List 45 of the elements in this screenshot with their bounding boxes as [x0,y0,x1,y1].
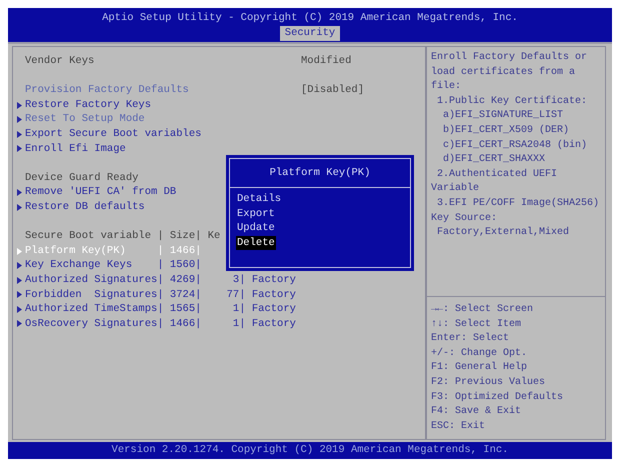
key-hint: →←: Select Screen [431,303,534,317]
help-text: Variable [431,182,480,196]
key-hint: Enter: Select [431,332,510,346]
key-hint: ESC: Exit [431,420,486,434]
help-text: 2.Authenticated UEFI [436,168,558,182]
popup-option[interactable]: Delete [236,236,276,250]
help-text: Enroll Factory Defaults or [431,51,588,65]
popup-title: Platform Key(PK) [230,159,410,188]
menu-item[interactable]: Export Secure Boot variables [25,126,202,142]
help-text: d)EFI_CERT_SHAXXX [442,153,546,168]
key-hint: F4: Save & Exit [431,405,522,420]
key-hint: F1: General Help [431,361,528,376]
help-text: Factory,External,Mixed [436,226,570,240]
popup-option[interactable]: Export [236,206,276,222]
menu-item[interactable]: Key Exchange Keys | 1560| [25,258,202,273]
label: Device Guard Ready [25,170,138,186]
help-text: 3.EFI PE/COFF Image(SHA256) [436,196,600,211]
popup-option[interactable]: Update [236,221,276,236]
help-text: load certificates from a [431,66,576,80]
key-hint: +/-: Change Opt. [431,346,528,361]
key-hint: F3: Optimized Defaults [431,390,564,405]
tab[interactable]: Security [280,26,340,41]
menu-item[interactable]: Forbidden Signatures| 3724| 77| Factory [25,288,296,302]
window-title: Aptio Setup Utility - Copyright (C) 2019 American Megatrends, Inc. [102,11,518,26]
key-hint: ↑↓: Select Item [431,318,522,332]
menu-item[interactable]: Remove 'UEFI CA' from DB [25,185,176,200]
key-hint: F2: Previous Values [431,376,546,390]
menu-item[interactable]: Enroll Efi Image [25,142,126,156]
setting-value: Modified [301,54,352,69]
help-text: b)EFI_CERT_X509 (DER) [442,124,570,138]
help-text: file: [431,80,462,94]
popup-option[interactable]: Details [236,192,282,207]
menu-item[interactable]: OsRecovery Signatures| 1466| 1| Factory [25,316,296,332]
label: Secure Boot variable | Size| Ke [25,229,220,244]
footer-text: Version 2.20.1274. Copyright (C) 2019 American Megatrends, Inc. [110,443,510,458]
help-text: Key Source: [431,212,498,226]
label: Vendor Keys [25,54,96,69]
menu-item[interactable]: Restore DB defaults [25,200,145,215]
menu-item[interactable]: Authorized Signatures| 4269| 3| Factory [25,272,296,288]
menu-item[interactable]: Restore Factory Keys [25,98,152,112]
help-text: 1.Public Key Certificate: [436,94,588,109]
menu-item[interactable]: Authorized TimeStamps| 1565| 1| Factory [25,302,296,317]
help-text: a)EFI_SIGNATURE_LIST [442,109,564,124]
help-text: c)EFI_CERT_RSA2048 (bin) [442,138,588,153]
setting-value[interactable]: [Disabled] [301,83,364,98]
